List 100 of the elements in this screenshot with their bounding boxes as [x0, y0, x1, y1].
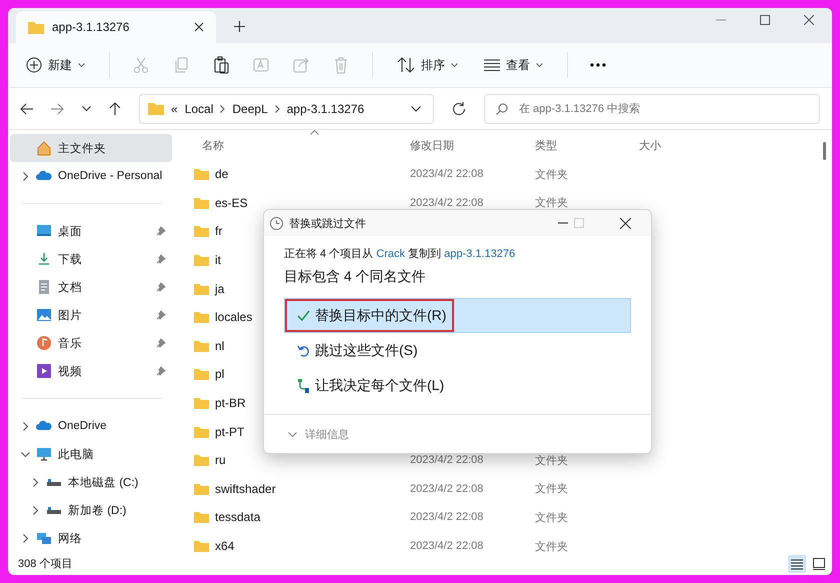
- file-name[interactable]: locales: [215, 310, 252, 324]
- back-arrow-icon[interactable]: [20, 102, 33, 114]
- search-field[interactable]: 在 app-3.1.13276 中搜索: [484, 94, 820, 124]
- sidebar-label: 主文件夹: [58, 141, 107, 156]
- pin-icon[interactable]: [156, 226, 166, 236]
- file-name[interactable]: fr: [215, 224, 222, 238]
- column-header[interactable]: 大小: [639, 138, 699, 152]
- pin-icon[interactable]: [156, 366, 166, 376]
- column-header[interactable]: 名称: [188, 138, 410, 152]
- caret-icon: [536, 62, 543, 68]
- sidebar-item[interactable]: 新加卷 (D:): [10, 496, 172, 524]
- sidebar-item[interactable]: 网络: [10, 524, 172, 552]
- target-link[interactable]: app-3.1.13276: [444, 248, 516, 260]
- pin-icon[interactable]: [156, 254, 166, 264]
- video-icon: [36, 363, 52, 379]
- sidebar-item[interactable]: OneDrive: [10, 412, 172, 440]
- maximize-icon: [574, 218, 584, 228]
- search-icon: [496, 102, 508, 114]
- caret-icon: [78, 62, 85, 68]
- dialog-title: 替换或跳过文件: [289, 216, 366, 230]
- sidebar-item[interactable]: 桌面: [10, 217, 172, 245]
- scrollbar-thumb[interactable]: [823, 142, 826, 160]
- sidebar-item[interactable]: 文档: [10, 273, 172, 301]
- sidebar-item[interactable]: 视频: [10, 357, 172, 385]
- option-row[interactable]: 替换目标中的文件(R): [284, 298, 631, 333]
- item-count: 308 个项目: [17, 557, 74, 572]
- option-row[interactable]: 跳过这些文件(S): [284, 333, 631, 368]
- new-button[interactable]: 新建: [24, 52, 87, 78]
- option-label: 替换目标中的文件(R): [315, 306, 446, 324]
- file-name[interactable]: es-ES: [215, 196, 248, 210]
- sidebar-item[interactable]: 主文件夹: [10, 134, 172, 162]
- view-button[interactable]: 查看: [482, 52, 545, 78]
- folder-icon: [194, 311, 209, 324]
- column-header[interactable]: 类型: [535, 138, 639, 152]
- details-view-button[interactable]: [788, 555, 806, 573]
- file-name[interactable]: pt-PT: [215, 424, 244, 439]
- chevron-right-icon[interactable]: [32, 478, 38, 486]
- file-name[interactable]: ru: [215, 453, 226, 468]
- sidebar-item[interactable]: 音乐: [10, 329, 172, 357]
- folder-icon: [194, 454, 209, 466]
- chevron-down-icon[interactable]: [20, 452, 30, 456]
- modified-date: 2023/4/2 22:08: [410, 482, 484, 495]
- sidebar-item[interactable]: 此电脑: [10, 440, 172, 468]
- breadcrumb[interactable]: DeepL: [232, 102, 268, 116]
- option-row[interactable]: 让我决定每个文件(L): [284, 368, 631, 403]
- overflow-crumb[interactable]: «: [171, 102, 178, 116]
- pin-icon[interactable]: [156, 310, 166, 320]
- chevron-right-icon[interactable]: [22, 422, 28, 430]
- close-icon[interactable]: [804, 15, 814, 25]
- clipboard-icon[interactable]: [212, 56, 230, 74]
- details-toggle[interactable]: 详细信息: [288, 426, 349, 442]
- sidebar-item[interactable]: OneDrive - Personal: [10, 162, 172, 190]
- file-name[interactable]: tessdata: [215, 510, 260, 524]
- sidebar-item[interactable]: 本地磁盘 (C:): [10, 468, 172, 496]
- file-name[interactable]: pt-BR: [215, 396, 246, 410]
- column-header[interactable]: 修改日期: [410, 138, 535, 152]
- source-link[interactable]: Crack: [376, 248, 406, 260]
- sidebar-item[interactable]: 图片: [10, 301, 172, 329]
- maximize-icon[interactable]: [760, 15, 770, 25]
- file-name[interactable]: de: [215, 167, 228, 182]
- chevron-right-icon[interactable]: [22, 172, 28, 180]
- file-name[interactable]: pl: [215, 367, 224, 382]
- file-name[interactable]: nl: [215, 338, 224, 353]
- up-arrow-icon[interactable]: [109, 102, 121, 115]
- sidebar-label: 下载: [58, 252, 83, 266]
- more-icon[interactable]: [590, 63, 606, 67]
- sidebar-label: OneDrive - Personal: [58, 170, 164, 182]
- modified-date: 2023/4/2 22:08: [410, 454, 484, 466]
- chevron-right-icon[interactable]: [22, 534, 28, 542]
- file-name[interactable]: it: [215, 253, 221, 268]
- forward-arrow-icon[interactable]: [51, 102, 64, 114]
- refresh-icon[interactable]: [452, 102, 466, 116]
- network-icon: [36, 530, 52, 546]
- tiles-view-button[interactable]: [810, 555, 828, 573]
- close-icon[interactable]: [620, 218, 631, 228]
- sidebar-label: 此电脑: [58, 448, 95, 462]
- document-icon: [36, 279, 52, 295]
- branch-icon: [297, 378, 310, 392]
- breadcrumb[interactable]: app-3.1.13276: [286, 102, 364, 116]
- modified-date: 2023/4/2 22:08: [410, 196, 484, 209]
- file-name[interactable]: swiftshader: [215, 482, 276, 496]
- chevron-down-icon[interactable]: [82, 106, 91, 112]
- option-label: 让我决定每个文件(L): [315, 376, 444, 394]
- sidebar-item[interactable]: 下载: [10, 245, 172, 273]
- new-tab-icon[interactable]: [234, 21, 245, 32]
- chevron-right-icon[interactable]: [32, 506, 38, 514]
- pin-icon[interactable]: [156, 282, 166, 292]
- sort-button[interactable]: 排序: [395, 52, 460, 78]
- close-icon[interactable]: [194, 22, 204, 32]
- chevron-down-icon[interactable]: [411, 106, 421, 112]
- sort-caret-icon: [310, 130, 319, 135]
- copy-message: 正在将 4 个项目从 Crack 复制到 app-3.1.13276: [284, 247, 516, 261]
- folder-tab[interactable]: app-3.1.13276: [16, 11, 216, 43]
- breadcrumb[interactable]: Local: [184, 102, 214, 116]
- address-bar[interactable]: « Local DeepL app-3.1.13276: [139, 94, 434, 124]
- file-name[interactable]: x64: [215, 539, 234, 554]
- file-name[interactable]: ja: [215, 282, 224, 296]
- folder-icon: [194, 482, 209, 495]
- folder-icon: [194, 196, 209, 209]
- pin-icon[interactable]: [156, 338, 166, 348]
